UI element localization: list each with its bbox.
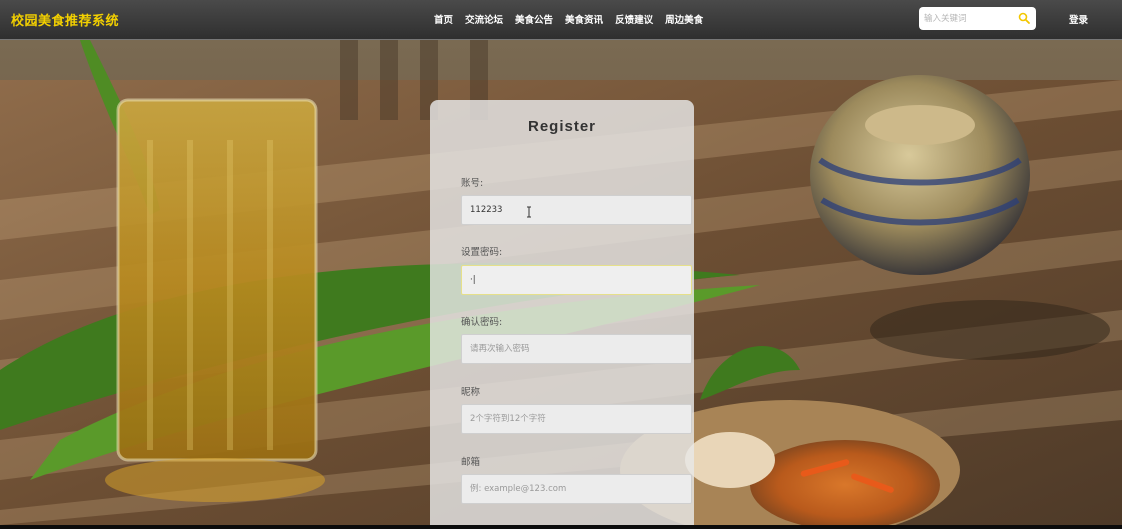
text-cursor-icon [527, 206, 531, 218]
bottom-edge [0, 525, 1122, 529]
email-label: 邮箱 [461, 457, 481, 468]
main-nav: 首页 交流论坛 美食公告 美食资讯 反馈建议 周边美食 [434, 12, 703, 26]
nav-feedback[interactable]: 反馈建议 [615, 12, 653, 26]
account-label: 账号: [461, 178, 484, 189]
top-navbar: 校园美食推荐系统 首页 交流论坛 美食公告 美食资讯 反馈建议 周边美食 登录 [0, 0, 1122, 40]
password-input[interactable] [461, 265, 692, 295]
nav-news[interactable]: 美食资讯 [565, 12, 603, 26]
register-panel: Register 账号: 设置密码: 确认密码: 昵称 邮箱 [430, 100, 694, 525]
search-box [919, 7, 1036, 30]
nickname-input[interactable] [461, 404, 692, 434]
email-input[interactable] [461, 474, 692, 504]
confirm-password-input[interactable] [461, 334, 692, 364]
nav-announcements[interactable]: 美食公告 [515, 12, 553, 26]
nickname-label: 昵称 [461, 387, 481, 398]
brand-logo[interactable]: 校园美食推荐系统 [11, 10, 119, 29]
search-icon[interactable] [1018, 12, 1030, 24]
page: 校园美食推荐系统 首页 交流论坛 美食公告 美食资讯 反馈建议 周边美食 登录 … [0, 0, 1122, 529]
account-input[interactable] [461, 195, 692, 225]
confirm-password-label: 确认密码: [461, 317, 503, 328]
password-label: 设置密码: [461, 247, 503, 258]
nav-home[interactable]: 首页 [434, 12, 453, 26]
nav-nearby-food[interactable]: 周边美食 [665, 12, 703, 26]
nav-forum[interactable]: 交流论坛 [465, 12, 503, 26]
search-input[interactable] [919, 7, 1015, 30]
register-title: Register [527, 118, 597, 135]
login-link[interactable]: 登录 [1069, 12, 1088, 26]
